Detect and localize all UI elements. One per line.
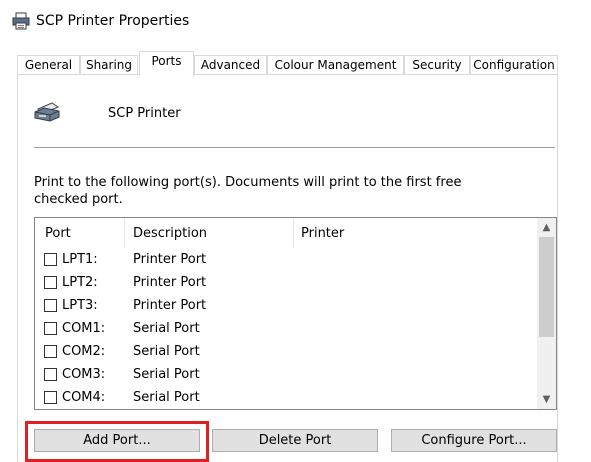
add-port-button[interactable]: Add Port... bbox=[34, 429, 200, 452]
port-name: LPT3: bbox=[62, 298, 98, 313]
port-row-com1[interactable]: COM1: Serial Port bbox=[35, 318, 538, 341]
port-name: LPT2: bbox=[62, 275, 98, 290]
tab-strip: General Sharing Ports Advanced Colour Ma… bbox=[0, 51, 591, 76]
port-checkbox[interactable] bbox=[44, 276, 57, 289]
tab-advanced[interactable]: Advanced bbox=[194, 55, 267, 75]
scrollbar-thumb[interactable] bbox=[539, 237, 554, 337]
window-title: SCP Printer Properties bbox=[36, 13, 190, 29]
port-description: Serial Port bbox=[133, 367, 200, 382]
port-checkbox[interactable] bbox=[44, 345, 57, 358]
tab-ports[interactable]: Ports bbox=[139, 51, 194, 76]
configure-port-button[interactable]: Configure Port... bbox=[391, 429, 557, 452]
port-row-com2[interactable]: COM2: Serial Port bbox=[35, 341, 538, 364]
tab-general[interactable]: General bbox=[17, 55, 80, 75]
scroll-down-arrow-icon[interactable]: ▼ bbox=[537, 391, 556, 408]
port-description: Printer Port bbox=[133, 252, 207, 267]
column-header-description[interactable]: Description bbox=[133, 226, 207, 242]
title-bar: SCP Printer Properties bbox=[0, 0, 591, 42]
port-name: COM1: bbox=[62, 321, 106, 336]
port-description: Serial Port bbox=[133, 321, 200, 336]
separator bbox=[34, 147, 555, 148]
port-checkbox[interactable] bbox=[44, 322, 57, 335]
port-name: COM4: bbox=[62, 390, 106, 405]
column-header-port[interactable]: Port bbox=[45, 226, 71, 242]
tab-security[interactable]: Security bbox=[404, 55, 470, 75]
port-list-header: Port Description Printer bbox=[35, 218, 538, 248]
scroll-up-arrow-icon[interactable]: ▲ bbox=[537, 219, 556, 236]
column-divider[interactable] bbox=[293, 218, 294, 248]
port-name: LPT1: bbox=[62, 252, 98, 267]
port-description: Printer Port bbox=[133, 298, 207, 313]
tab-sharing[interactable]: Sharing bbox=[80, 55, 138, 75]
port-name: COM2: bbox=[62, 344, 106, 359]
port-description: Serial Port bbox=[133, 344, 200, 359]
printer-properties-window: SCP Printer Properties General Sharing P… bbox=[0, 0, 591, 462]
port-row-lpt2[interactable]: LPT2: Printer Port bbox=[35, 272, 538, 295]
delete-port-button[interactable]: Delete Port bbox=[212, 429, 378, 452]
printer-icon bbox=[12, 12, 30, 30]
port-checkbox[interactable] bbox=[44, 391, 57, 404]
port-description: Printer Port bbox=[133, 275, 207, 290]
port-name: COM3: bbox=[62, 367, 106, 382]
column-divider[interactable] bbox=[124, 218, 125, 248]
printer-name: SCP Printer bbox=[108, 106, 181, 121]
port-description: Serial Port bbox=[133, 390, 200, 405]
tab-configuration[interactable]: Configuration bbox=[470, 55, 558, 75]
tab-colour-management[interactable]: Colour Management bbox=[267, 55, 404, 75]
port-list[interactable]: Port Description Printer LPT1: Printer P… bbox=[34, 217, 557, 410]
port-row-lpt1[interactable]: LPT1: Printer Port bbox=[35, 249, 538, 272]
port-row-lpt3[interactable]: LPT3: Printer Port bbox=[35, 295, 538, 318]
port-checkbox[interactable] bbox=[44, 299, 57, 312]
column-header-printer[interactable]: Printer bbox=[301, 226, 344, 242]
instructions-text: Print to the following port(s). Document… bbox=[34, 175, 462, 207]
vertical-scrollbar[interactable]: ▲ ▼ bbox=[537, 218, 556, 409]
printer-icon bbox=[34, 102, 60, 122]
port-row-com4[interactable]: COM4: Serial Port bbox=[35, 387, 538, 409]
port-checkbox[interactable] bbox=[44, 368, 57, 381]
port-checkbox[interactable] bbox=[44, 253, 57, 266]
port-row-com3[interactable]: COM3: Serial Port bbox=[35, 364, 538, 387]
